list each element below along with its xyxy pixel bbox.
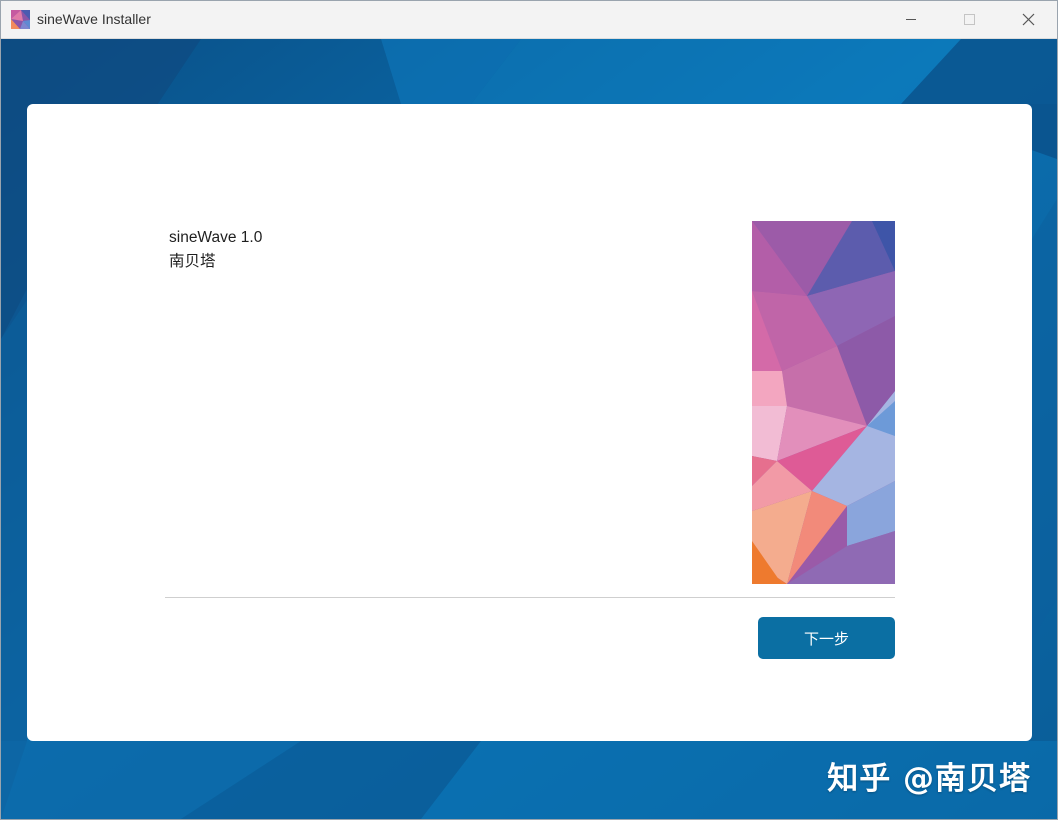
product-name: sineWave 1.0 [169,229,263,246]
watermark-text: 知乎 @南贝塔 [827,761,1031,797]
publisher-name: 南贝塔 [169,253,216,270]
product-info: sineWave 1.0 南贝塔 [169,226,262,274]
title-bar[interactable]: sineWave Installer [1,1,1057,39]
footer-divider [165,597,895,598]
minimize-button[interactable] [882,1,940,38]
close-button[interactable] [999,1,1057,38]
banner-image [752,221,895,584]
close-icon [1022,13,1035,26]
maximize-button[interactable] [940,1,998,38]
app-icon [11,10,30,29]
next-button[interactable]: 下一步 [758,617,895,659]
minimize-icon [906,19,916,20]
installer-window: sineWave Installer sineWave 1.0 南贝塔 下一步 … [0,0,1058,820]
installer-panel: sineWave 1.0 南贝塔 下一步 [27,104,1032,741]
maximize-icon [964,14,975,25]
window-title: sineWave Installer [37,11,151,27]
